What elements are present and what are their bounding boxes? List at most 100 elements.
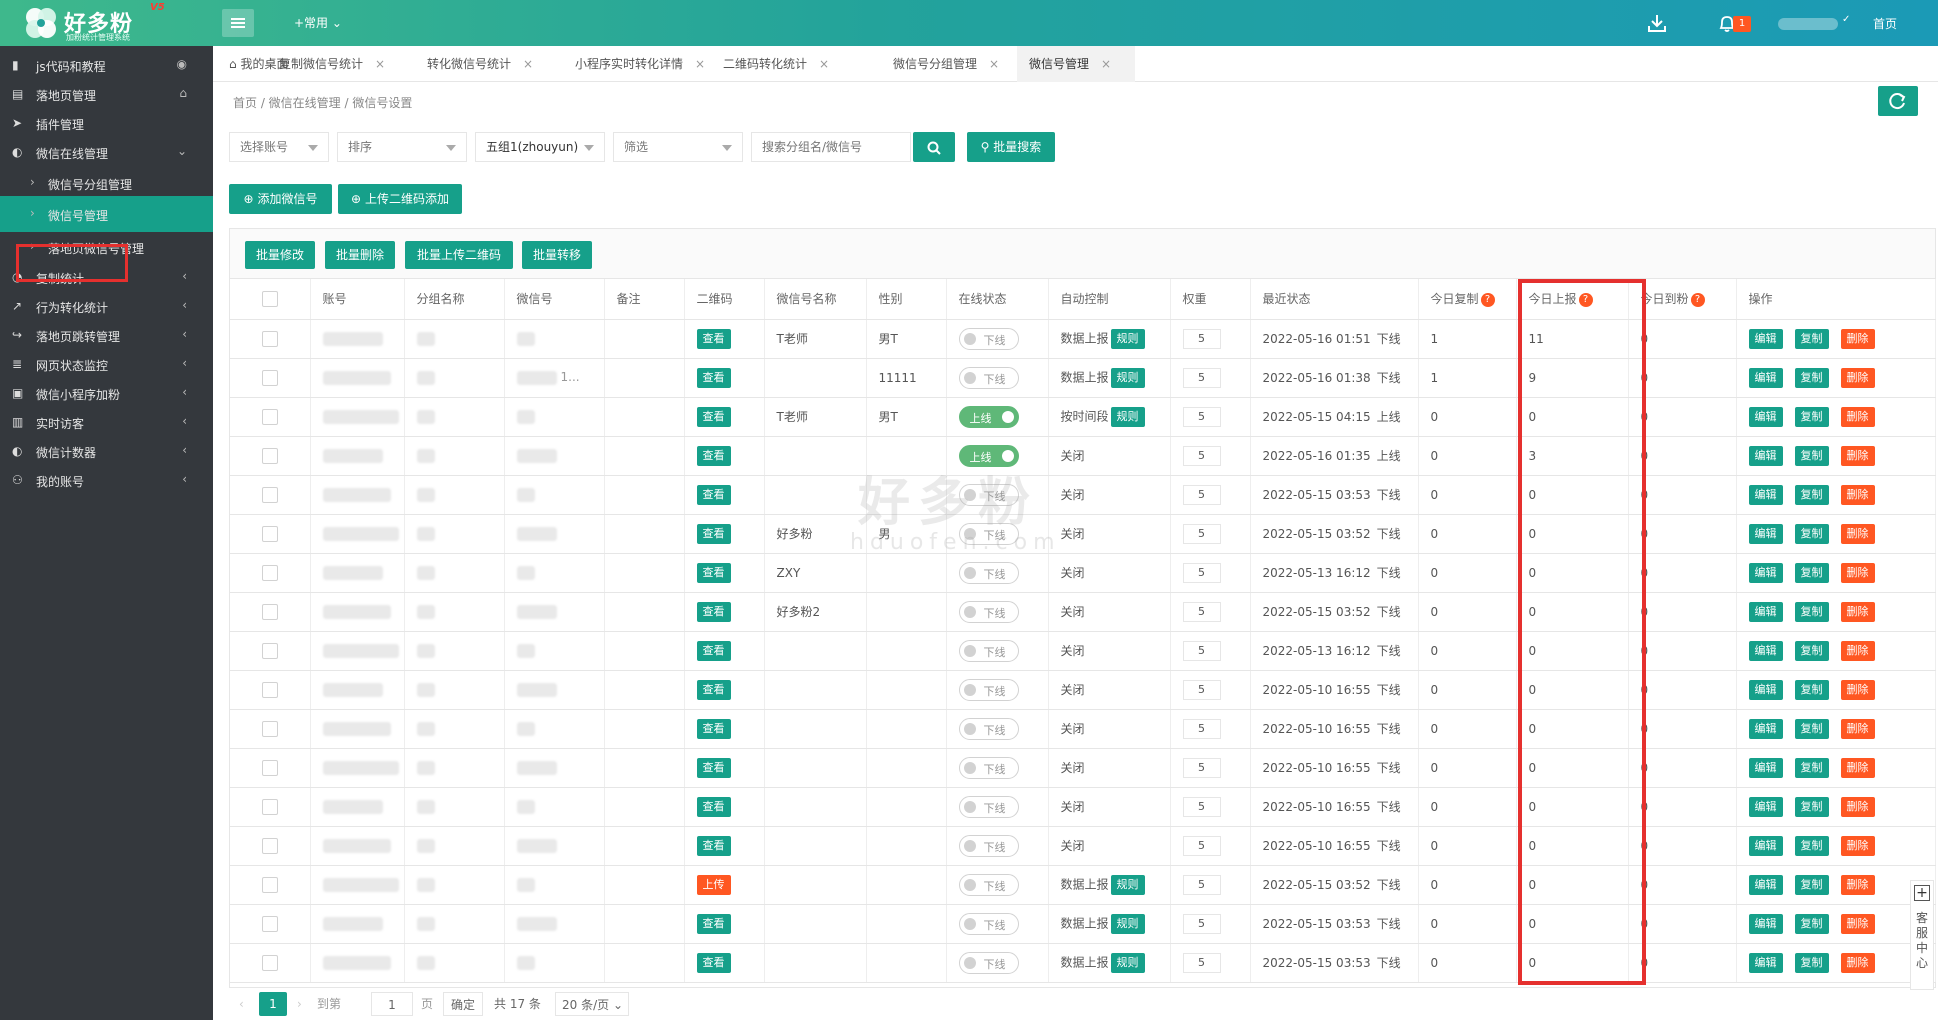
- edit-button[interactable]: 编辑: [1748, 367, 1783, 388]
- row-checkbox[interactable]: [261, 564, 278, 581]
- online-toggle[interactable]: 下线: [958, 795, 1019, 818]
- online-toggle[interactable]: 下线: [958, 873, 1019, 896]
- qr-button[interactable]: 查看: [696, 757, 731, 778]
- delete-button[interactable]: 删除: [1840, 796, 1875, 817]
- qr-button[interactable]: 查看: [696, 367, 731, 388]
- online-toggle[interactable]: 下线: [958, 717, 1019, 740]
- download-icon[interactable]: [1646, 12, 1668, 34]
- row-checkbox[interactable]: [261, 603, 278, 620]
- online-toggle[interactable]: 下线: [958, 366, 1019, 389]
- search-input[interactable]: [751, 132, 911, 162]
- delete-button[interactable]: 删除: [1840, 835, 1875, 856]
- customer-service-float[interactable]: + 客服中心: [1910, 880, 1934, 990]
- tab-item[interactable]: 小程序实时转化详情 ×: [563, 46, 705, 82]
- close-icon[interactable]: ×: [989, 57, 999, 71]
- qr-button[interactable]: 查看: [696, 601, 731, 622]
- rule-button[interactable]: 规则: [1110, 952, 1145, 973]
- edit-button[interactable]: 编辑: [1748, 796, 1783, 817]
- qr-button[interactable]: 查看: [696, 796, 731, 817]
- delete-button[interactable]: 删除: [1840, 874, 1875, 895]
- row-checkbox[interactable]: [261, 876, 278, 893]
- page-number-input[interactable]: 1: [371, 992, 413, 1016]
- row-checkbox[interactable]: [261, 720, 278, 737]
- add-wechat-button[interactable]: ⊕ 添加微信号: [229, 184, 332, 214]
- delete-button[interactable]: 删除: [1840, 952, 1875, 973]
- sidebar-item[interactable]: ⚇ 我的账号 ‹: [0, 462, 213, 498]
- filter-select[interactable]: 筛选: [613, 132, 743, 162]
- weight-input[interactable]: 5: [1182, 874, 1221, 895]
- qr-button[interactable]: 查看: [696, 406, 731, 427]
- delete-button[interactable]: 删除: [1840, 718, 1875, 739]
- qr-button[interactable]: 查看: [696, 679, 731, 700]
- row-checkbox[interactable]: [261, 447, 278, 464]
- row-checkbox[interactable]: [261, 642, 278, 659]
- edit-button[interactable]: 编辑: [1748, 445, 1783, 466]
- weight-input[interactable]: 5: [1182, 562, 1221, 583]
- copy-button[interactable]: 复制: [1794, 523, 1829, 544]
- weight-input[interactable]: 5: [1182, 718, 1221, 739]
- copy-button[interactable]: 复制: [1794, 562, 1829, 583]
- qr-button[interactable]: 查看: [696, 952, 731, 973]
- weight-input[interactable]: 5: [1182, 445, 1221, 466]
- batch-delete-button[interactable]: 批量删除: [325, 241, 395, 269]
- weight-input[interactable]: 5: [1182, 523, 1221, 544]
- row-checkbox[interactable]: [261, 798, 278, 815]
- group-select[interactable]: 五组1(zhouyun): [475, 132, 605, 162]
- row-checkbox[interactable]: [261, 330, 278, 347]
- online-toggle[interactable]: 下线: [958, 561, 1019, 584]
- weight-input[interactable]: 5: [1182, 679, 1221, 700]
- qr-button[interactable]: 查看: [696, 484, 731, 505]
- qr-button[interactable]: 查看: [696, 445, 731, 466]
- tab-item[interactable]: 转化微信号统计 ×: [415, 46, 551, 82]
- rule-button[interactable]: 规则: [1110, 367, 1145, 388]
- help-icon[interactable]: ?: [1578, 292, 1593, 307]
- delete-button[interactable]: 删除: [1840, 913, 1875, 934]
- current-page[interactable]: 1: [259, 992, 287, 1016]
- tab-item[interactable]: 二维码转化统计 ×: [711, 46, 871, 82]
- refresh-button[interactable]: [1878, 86, 1918, 116]
- copy-button[interactable]: 复制: [1794, 679, 1829, 700]
- next-page-icon[interactable]: ›: [297, 992, 302, 1016]
- brand-logo[interactable]: 好多粉 V5 加粉统计管理系统: [22, 2, 212, 42]
- edit-button[interactable]: 编辑: [1748, 523, 1783, 544]
- delete-button[interactable]: 删除: [1840, 445, 1875, 466]
- copy-button[interactable]: 复制: [1794, 484, 1829, 505]
- online-toggle[interactable]: 下线: [958, 522, 1019, 545]
- copy-button[interactable]: 复制: [1794, 328, 1829, 349]
- copy-button[interactable]: 复制: [1794, 874, 1829, 895]
- delete-button[interactable]: 删除: [1840, 562, 1875, 583]
- qr-button[interactable]: 上传: [696, 874, 731, 895]
- batch-modify-button[interactable]: 批量修改: [245, 241, 315, 269]
- online-toggle[interactable]: 上线: [958, 444, 1019, 467]
- row-checkbox[interactable]: [261, 369, 278, 386]
- weight-input[interactable]: 5: [1182, 484, 1221, 505]
- row-checkbox[interactable]: [261, 954, 278, 971]
- edit-button[interactable]: 编辑: [1748, 406, 1783, 427]
- online-toggle[interactable]: 下线: [958, 834, 1019, 857]
- edit-button[interactable]: 编辑: [1748, 679, 1783, 700]
- row-checkbox[interactable]: [261, 525, 278, 542]
- qr-button[interactable]: 查看: [696, 718, 731, 739]
- account-select[interactable]: 选择账号: [229, 132, 329, 162]
- online-toggle[interactable]: 下线: [958, 912, 1019, 935]
- copy-button[interactable]: 复制: [1794, 445, 1829, 466]
- sort-select[interactable]: 排序: [337, 132, 467, 162]
- sidebar-item[interactable]: › 微信号管理: [0, 196, 213, 232]
- online-toggle[interactable]: 下线: [958, 639, 1019, 662]
- tab-item[interactable]: 复制微信号统计 ×: [267, 46, 403, 82]
- upload-qr-add-button[interactable]: ⊕ 上传二维码添加: [338, 184, 462, 214]
- qr-button[interactable]: 查看: [696, 913, 731, 934]
- edit-button[interactable]: 编辑: [1748, 562, 1783, 583]
- row-checkbox[interactable]: [261, 759, 278, 776]
- copy-button[interactable]: 复制: [1794, 601, 1829, 622]
- row-checkbox[interactable]: [261, 486, 278, 503]
- edit-button[interactable]: 编辑: [1748, 913, 1783, 934]
- weight-input[interactable]: 5: [1182, 796, 1221, 817]
- copy-button[interactable]: 复制: [1794, 406, 1829, 427]
- edit-button[interactable]: 编辑: [1748, 874, 1783, 895]
- weight-input[interactable]: 5: [1182, 406, 1221, 427]
- row-checkbox[interactable]: [261, 837, 278, 854]
- row-checkbox[interactable]: [261, 681, 278, 698]
- copy-button[interactable]: 复制: [1794, 757, 1829, 778]
- copy-button[interactable]: 复制: [1794, 718, 1829, 739]
